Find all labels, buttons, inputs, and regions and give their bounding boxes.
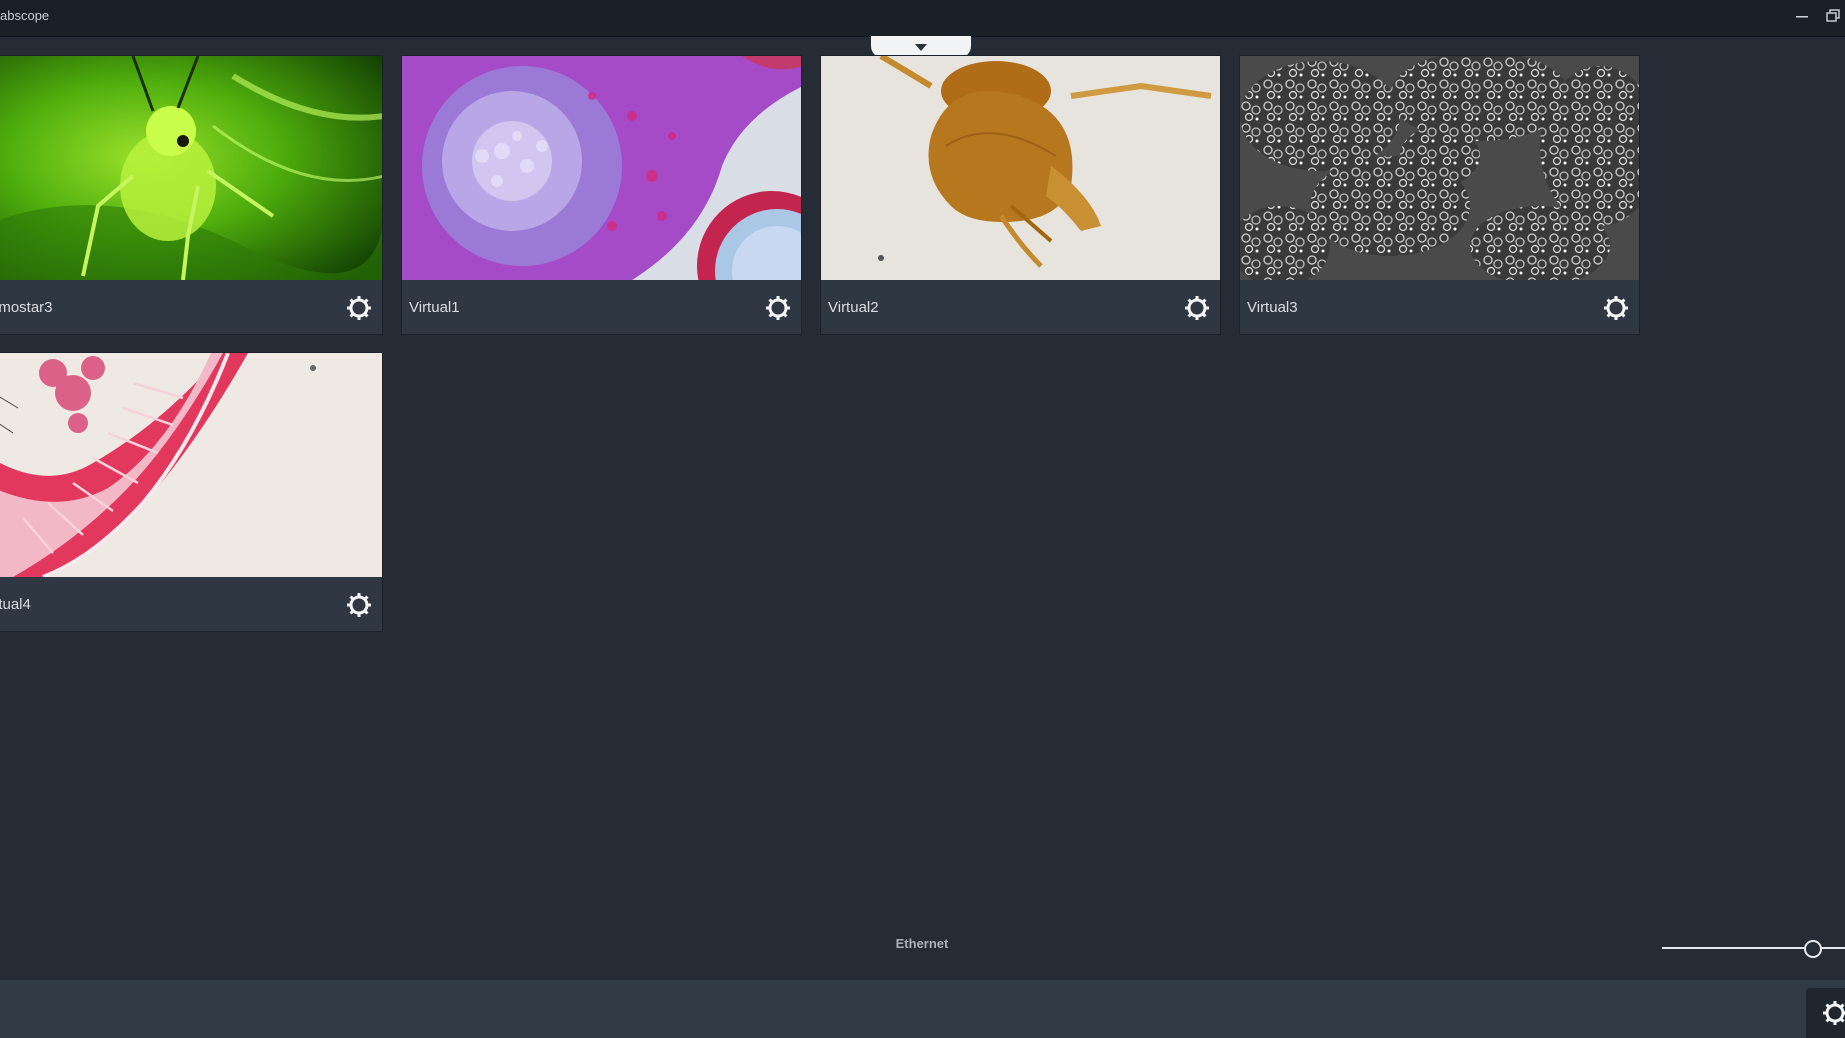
card-footer: rimostar3 <box>0 280 382 334</box>
device-card-virtual1[interactable]: Virtual1 <box>401 55 802 335</box>
app-title: abscope <box>0 8 50 23</box>
settings-ring-icon[interactable] <box>763 293 793 323</box>
card-label: irtual4 <box>0 596 31 613</box>
card-thumbnail <box>0 56 382 280</box>
card-footer: irtual4 <box>0 577 382 631</box>
caret-down-icon <box>915 43 927 51</box>
device-card-virtual4[interactable]: irtual4 <box>0 352 383 632</box>
device-card-virtual3[interactable]: Virtual3 <box>1239 55 1640 335</box>
minimize-icon[interactable] <box>1791 6 1813 26</box>
settings-ring-icon[interactable] <box>1182 293 1212 323</box>
settings-ring-icon[interactable] <box>344 590 374 620</box>
settings-ring-icon <box>1823 1001 1845 1025</box>
card-thumbnail <box>402 56 801 280</box>
card-thumbnail <box>821 56 1220 280</box>
bottom-bar <box>0 980 1845 1038</box>
card-label: Virtual1 <box>409 299 460 316</box>
card-thumbnail <box>1240 56 1639 280</box>
connection-status: Ethernet <box>895 936 949 951</box>
title-bar: abscope <box>0 0 1845 37</box>
card-footer: Virtual1 <box>402 280 801 334</box>
card-label: Virtual2 <box>828 299 879 316</box>
card-thumbnail <box>0 353 382 577</box>
settings-button[interactable] <box>1806 988 1845 1038</box>
card-footer: Virtual3 <box>1240 280 1639 334</box>
device-card-virtual2[interactable]: Virtual2 <box>820 55 1221 335</box>
slider-thumb[interactable] <box>1804 940 1822 958</box>
card-label: Virtual3 <box>1247 299 1298 316</box>
settings-ring-icon[interactable] <box>1601 293 1631 323</box>
device-card-rimostar3[interactable]: rimostar3 <box>0 55 383 335</box>
restore-icon[interactable] <box>1822 6 1844 26</box>
card-label: rimostar3 <box>0 299 53 316</box>
size-slider[interactable] <box>1662 938 1845 958</box>
card-footer: Virtual2 <box>821 280 1220 334</box>
settings-ring-icon[interactable] <box>344 293 374 323</box>
